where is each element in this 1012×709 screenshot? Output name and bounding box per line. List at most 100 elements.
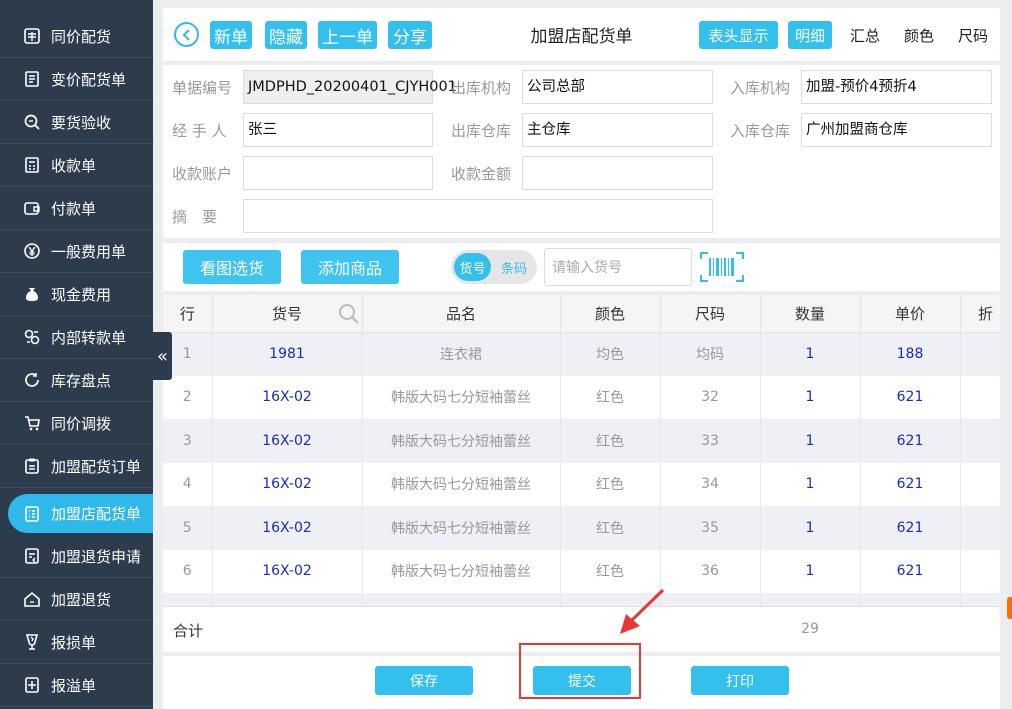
mode-barcode-option[interactable]: 条码: [495, 253, 533, 281]
cell-price[interactable]: 621: [860, 506, 961, 550]
add-product-button[interactable]: 添加商品: [301, 250, 399, 284]
document-icon: [22, 69, 42, 89]
cell-name: 韩版大码七分短袖蕾丝: [362, 462, 561, 506]
sidebar-item-overflow-report[interactable]: 报溢单: [0, 664, 153, 707]
tab-summary[interactable]: 汇总: [843, 21, 887, 49]
sidebar-item-franchise-return[interactable]: 加盟退货: [0, 578, 153, 621]
total-label: 合计: [173, 622, 204, 640]
cell-discount: [960, 419, 1000, 463]
sidebar-item-label: 库存盘点: [51, 371, 112, 390]
sidebar-item-franchise-distribution[interactable]: 加盟店配货单: [8, 494, 153, 533]
table-row[interactable]: 4 16X-02 韩版大码七分短袖蕾丝 红色 34 1 621: [163, 462, 1000, 506]
col-header-name: 品名: [362, 295, 561, 333]
sidebar-item-franchise-order[interactable]: 加盟配货订单: [0, 445, 153, 488]
tab-size[interactable]: 尺码: [951, 21, 995, 49]
table-row[interactable]: 3 16X-02 韩版大码七分短袖蕾丝 红色 33 1 621: [163, 419, 1000, 463]
account-field[interactable]: [243, 156, 433, 190]
out-org-field[interactable]: 公司总部: [522, 70, 713, 104]
print-button[interactable]: 打印: [691, 666, 789, 695]
sidebar-item-same-price-allocation[interactable]: 同价调拨: [0, 402, 153, 445]
cell-name: 连衣裙: [362, 332, 561, 376]
in-org-field[interactable]: 加盟-预价4预折4: [801, 70, 992, 104]
sidebar-item-cash-expense[interactable]: 现金费用: [0, 273, 153, 316]
in-org-label: 入库机构: [730, 78, 791, 97]
table-row[interactable]: 1 1981 连衣裙 均色 均码 1 188: [163, 332, 1000, 376]
remark-field[interactable]: [243, 199, 713, 233]
sidebar-item-label: 一般费用单: [51, 242, 127, 261]
cell-sku[interactable]: 16X-02: [212, 375, 363, 419]
sku-input[interactable]: 请输入货号: [544, 248, 692, 286]
cell-price[interactable]: 621: [860, 549, 961, 593]
in-warehouse-field[interactable]: 广州加盟商仓库: [801, 113, 992, 147]
cell-sku[interactable]: 16X-02: [212, 419, 363, 463]
cell-price[interactable]: 188: [860, 332, 961, 376]
cell-qty[interactable]: 1: [760, 462, 861, 506]
table-row[interactable]: 2 16X-02 韩版大码七分短袖蕾丝 红色 32 1 621: [163, 375, 1000, 419]
back-button[interactable]: [174, 22, 199, 47]
goods-table: 行 货号 品名 颜色 尺码 数量 单价 折 1 1981 连衣裙 均色 均码 1…: [163, 295, 1000, 606]
cell-qty[interactable]: 1: [760, 332, 861, 376]
share-button[interactable]: 分享: [388, 21, 432, 49]
refresh-icon: [22, 370, 42, 390]
ledger-icon: [22, 26, 42, 46]
cell-price[interactable]: 621: [860, 375, 961, 419]
sidebar-item-franchise-return-request[interactable]: 加盟退货申请: [0, 535, 153, 578]
tab-color[interactable]: 颜色: [897, 21, 941, 49]
cell-price[interactable]: 621: [860, 462, 961, 506]
sidebar-item-label: 付款单: [51, 199, 97, 218]
doc-no-label: 单据编号: [172, 78, 233, 97]
sidebar-item-label: 加盟退货申请: [51, 547, 142, 566]
mode-sku-option[interactable]: 货号: [454, 253, 491, 281]
toolbar: 新单 隐藏 上一单 分享 加盟店配货单 表头显示 明细 汇总 颜色 尺码: [163, 8, 1000, 61]
in-warehouse-label: 入库仓库: [730, 121, 791, 140]
amount-field[interactable]: [522, 156, 713, 190]
handler-label: 经 手 人: [172, 121, 227, 140]
page-title: 加盟店配货单: [530, 27, 633, 47]
sidebar-item-label: 变价配货单: [51, 70, 127, 89]
sidebar-item-label: 加盟配货订单: [51, 457, 142, 476]
cell-color: 红色: [560, 462, 661, 506]
out-warehouse-field[interactable]: 主仓库: [522, 113, 713, 147]
sidebar-collapse-toggle[interactable]: «: [153, 332, 172, 380]
new-doc-button[interactable]: 新单: [210, 21, 252, 49]
table-row[interactable]: 5 16X-02 韩版大码七分短袖蕾丝 红色 35 1 621: [163, 506, 1000, 550]
cell-sku[interactable]: 16X-02: [212, 549, 363, 593]
cell-qty[interactable]: 1: [760, 375, 861, 419]
sidebar-item-label: 现金费用: [51, 285, 112, 304]
amount-label: 收款金额: [451, 164, 512, 183]
hide-button[interactable]: 隐藏: [265, 21, 307, 49]
cell-name: 韩版大码七分短袖蕾丝: [362, 506, 561, 550]
cell-size: 32: [660, 375, 761, 419]
cell-size: 36: [660, 549, 761, 593]
cell-sku[interactable]: 16X-02: [212, 462, 363, 506]
cell-sku[interactable]: 16X-02: [212, 506, 363, 550]
barcode-scan-icon[interactable]: [699, 251, 745, 283]
cell-row-no: 4: [163, 462, 213, 506]
sidebar-item-same-price-distribution[interactable]: 同价配货: [0, 15, 153, 58]
save-button[interactable]: 保存: [375, 666, 473, 695]
cell-qty[interactable]: 1: [760, 506, 861, 550]
previous-doc-button[interactable]: 上一单: [318, 21, 377, 49]
search-icon[interactable]: [337, 302, 361, 326]
sidebar-item-receipt[interactable]: 收款单: [0, 144, 153, 187]
collapse-icon: «: [156, 345, 168, 367]
sidebar-item-goods-acceptance[interactable]: 要货验收: [0, 101, 153, 144]
header-display-button[interactable]: 表头显示: [699, 21, 778, 49]
sidebar-item-variable-price-distribution[interactable]: 变价配货单: [0, 58, 153, 101]
tab-detail[interactable]: 明细: [788, 21, 832, 49]
sidebar-item-inventory-count[interactable]: 库存盘点: [0, 359, 153, 402]
cell-qty[interactable]: 1: [760, 419, 861, 463]
sidebar-item-damage-report[interactable]: 报损单: [0, 621, 153, 664]
sidebar-item-payment[interactable]: 付款单: [0, 187, 153, 230]
overflow-icon: [22, 675, 42, 695]
sidebar-item-label: 报损单: [51, 633, 97, 652]
sidebar-item-internal-transfer[interactable]: 内部转款单: [0, 316, 153, 359]
pick-by-image-button[interactable]: 看图选货: [183, 250, 281, 284]
sidebar-item-general-expense[interactable]: 一般费用单: [0, 230, 153, 273]
handler-field[interactable]: 张三: [243, 113, 433, 147]
highlight-box: [519, 643, 641, 699]
cell-qty[interactable]: 1: [760, 549, 861, 593]
cell-price[interactable]: 621: [860, 419, 961, 463]
table-row[interactable]: 6 16X-02 韩版大码七分短袖蕾丝 红色 36 1 621: [163, 549, 1000, 593]
cell-sku[interactable]: 1981: [212, 332, 363, 376]
